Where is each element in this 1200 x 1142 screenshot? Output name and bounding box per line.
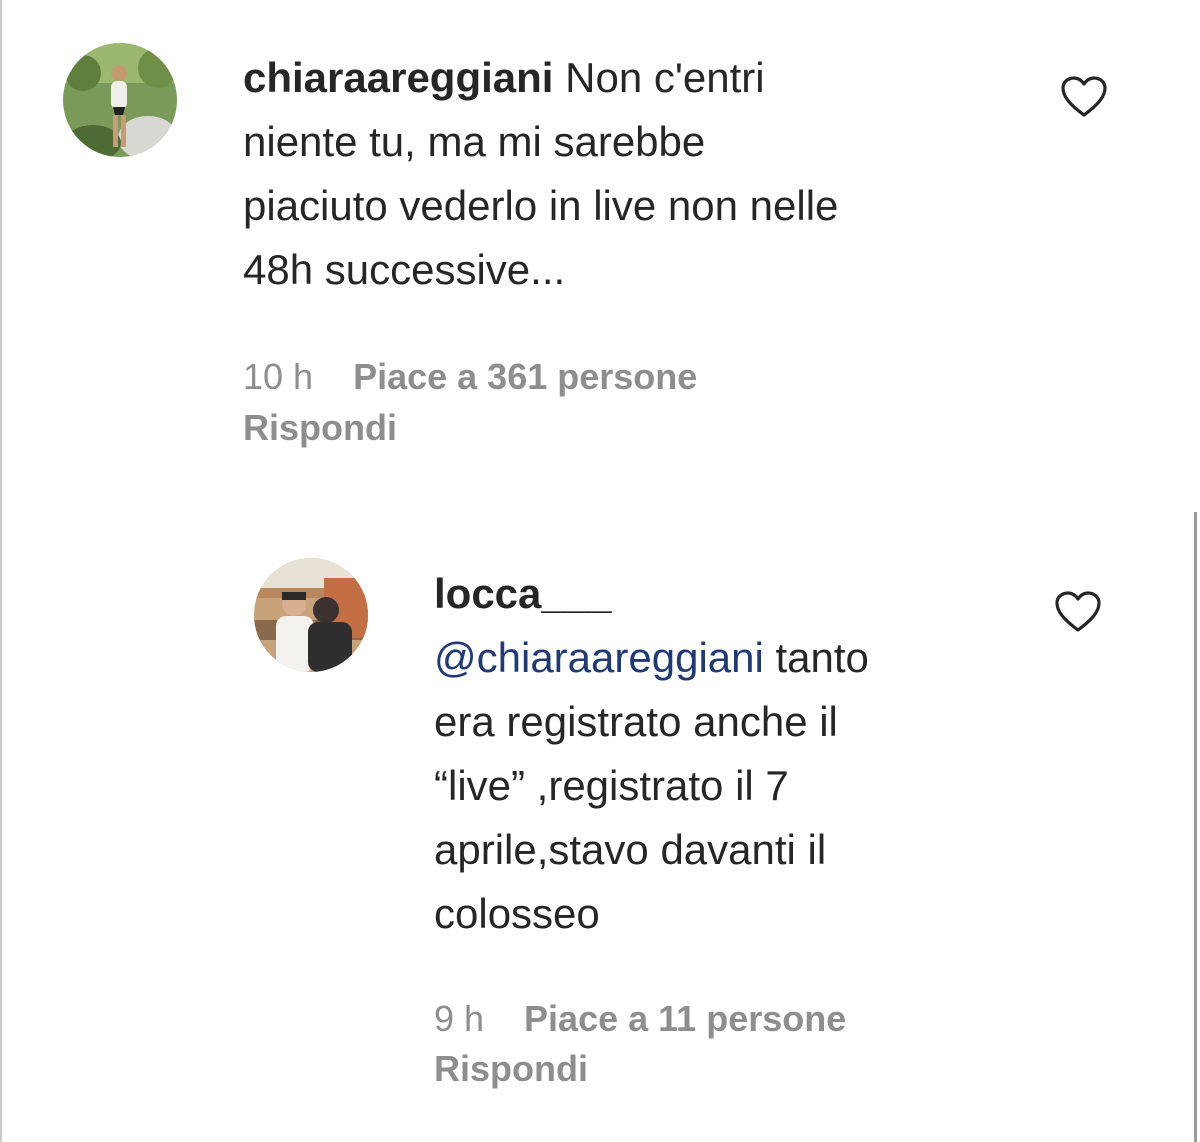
- heart-outline-icon[interactable]: [1055, 591, 1101, 633]
- comment-time[interactable]: 9 h: [434, 994, 484, 1044]
- heart-outline-icon[interactable]: [1061, 76, 1107, 118]
- comment-text-line: Non c'entri: [553, 54, 765, 101]
- comment-text-line: niente tu, ma mi sarebbe: [243, 118, 706, 165]
- scrollbar[interactable]: [1194, 512, 1197, 1142]
- comment-text-line: aprile,stavo davanti il: [434, 826, 827, 873]
- comment-likes[interactable]: Piace a 11 persone: [524, 998, 846, 1039]
- comment-text-line: tanto: [763, 634, 869, 681]
- comment-time[interactable]: 10 h: [243, 352, 313, 402]
- left-divider: [0, 0, 2, 1142]
- comment-username[interactable]: chiaraareggiani: [243, 54, 553, 101]
- comment-meta: 9 h Piace a 11 persone: [434, 994, 846, 1044]
- comment-username[interactable]: locca___: [434, 570, 611, 617]
- reply-button[interactable]: Rispondi: [434, 1044, 588, 1094]
- comment-body: locca___ @chiaraareggiani tanto era regi…: [434, 562, 1054, 946]
- comment-body: chiaraareggiani Non c'entri niente tu, m…: [243, 46, 1043, 302]
- avatar-locca[interactable]: [254, 558, 368, 672]
- avatar-photo: [63, 43, 177, 157]
- comment-text-line: piaciuto vederlo in live non nelle: [243, 182, 839, 229]
- comment-text-line: 48h successive...: [243, 246, 566, 293]
- mention-link[interactable]: @chiaraareggiani: [434, 634, 764, 681]
- comment-text-line: colosseo: [434, 890, 600, 937]
- comment-text-line: era registrato anche il: [434, 698, 838, 745]
- reply-button[interactable]: Rispondi: [243, 403, 397, 453]
- comment-likes[interactable]: Piace a 361 persone: [353, 356, 697, 397]
- comment-meta: 10 h Piace a 361 persone: [243, 352, 697, 402]
- avatar-photo: [254, 558, 368, 672]
- comment-text-line: “live” ,registrato il 7: [434, 762, 789, 809]
- avatar-chiaraareggiani[interactable]: [63, 43, 177, 157]
